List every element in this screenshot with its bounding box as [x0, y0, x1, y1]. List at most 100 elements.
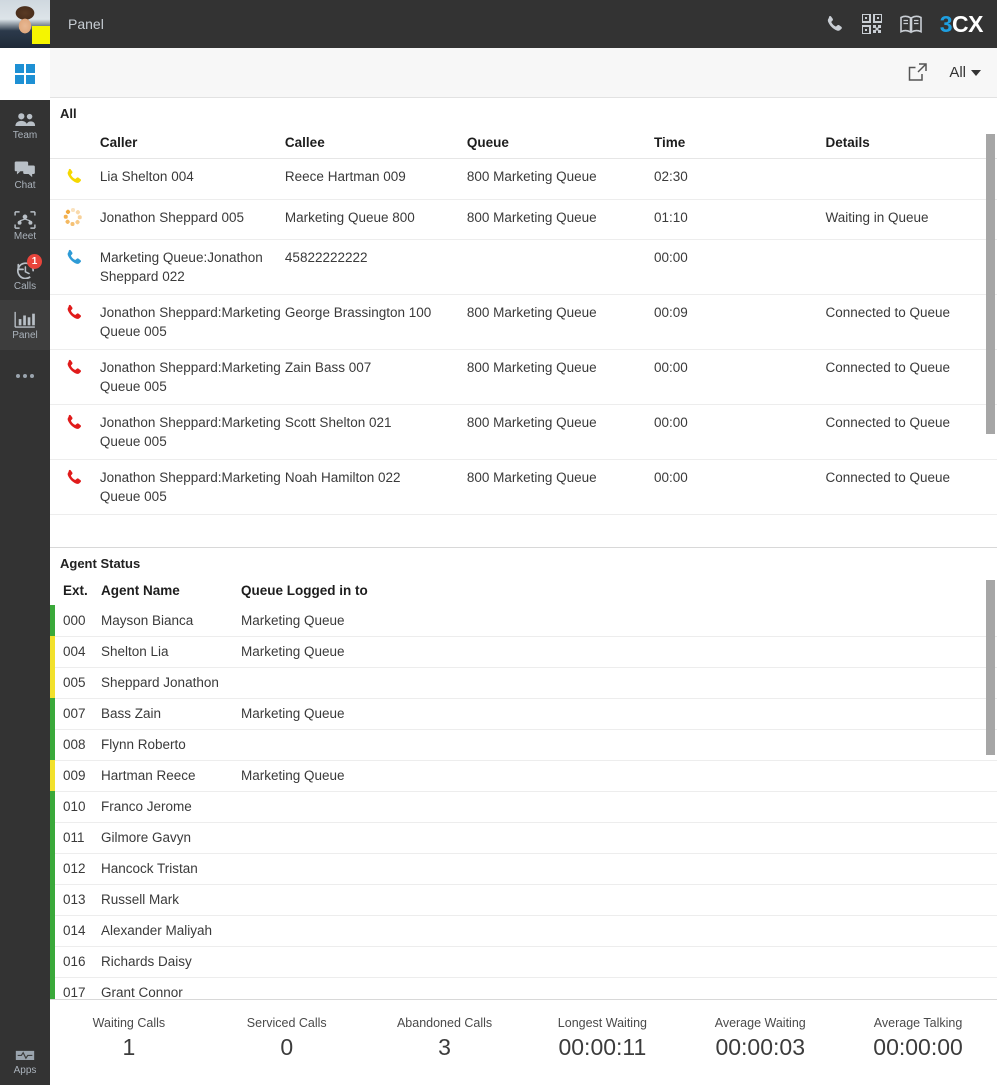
agent-ext: 009 [55, 760, 101, 792]
table-row[interactable]: Jonathon Sheppard:Marketing Queue 005 Noa… [50, 459, 997, 515]
call-queue [466, 239, 654, 295]
list-item[interactable]: 007 Bass Zain Marketing Queue [50, 698, 997, 730]
call-caller: Jonathon Sheppard:Marketing Queue 005 [99, 404, 285, 460]
table-row[interactable]: Jonathon Sheppard:Marketing Queue 005 Sco… [50, 404, 997, 460]
agent-name: Gilmore Gavyn [101, 822, 241, 854]
agents-scrollbar-thumb[interactable] [986, 580, 995, 755]
table-row[interactable]: Lia Shelton 004 Reece Hartman 009 800 Mark… [50, 158, 997, 200]
queue-stats-bar: Waiting Calls 1 Serviced Calls 0 Abandoned C… [50, 1000, 997, 1085]
agent-queue: Marketing Queue [241, 760, 997, 792]
call-details: Connected to Queue [825, 294, 997, 350]
stat-card: Average Waiting 00:00:03 [705, 1016, 815, 1061]
apps-icon [15, 1050, 35, 1060]
list-item[interactable]: 000 Mayson Bianca Marketing Queue [50, 605, 997, 637]
agent-name: Hancock Tristan [101, 853, 241, 885]
agent-ext: 012 [55, 853, 101, 885]
agent-name: Hartman Reece [101, 760, 241, 792]
brand-cx: CX [952, 10, 983, 37]
agent-queue [241, 729, 997, 761]
table-row[interactable]: Jonathon Sheppard:Marketing Queue 005 Zai… [50, 349, 997, 405]
sidebar-item-team[interactable]: Team [0, 100, 50, 150]
sidebar-item-chat[interactable]: Chat [0, 150, 50, 200]
stat-value: 0 [280, 1034, 294, 1060]
stat-value: 00:00:03 [715, 1034, 805, 1060]
call-details: Connected to Queue [825, 404, 997, 460]
list-item[interactable]: 005 Sheppard Jonathon [50, 667, 997, 699]
calls-col-queue: Queue [466, 129, 654, 159]
agents-col-name: Agent Name [101, 583, 180, 598]
avatar-status-badge [32, 26, 50, 44]
call-caller: Lia Shelton 004 [99, 158, 285, 200]
sidebar-item-panel[interactable]: Panel [0, 300, 50, 350]
qrcode-icon[interactable] [861, 14, 882, 34]
list-item[interactable]: 010 Franco Jerome [50, 791, 997, 823]
book-icon[interactable] [899, 15, 922, 34]
panel-icon [14, 311, 35, 328]
agent-name: Mayson Bianca [101, 605, 241, 637]
agents-scroll-area[interactable]: Ext. Agent Name Queue Logged in to 000 Ma… [50, 579, 997, 999]
calls-scroll-area[interactable]: Caller Callee Queue Time Details Lia She… [50, 129, 997, 547]
agents-col-ext: Ext. [63, 583, 88, 598]
calls-col-callee: Callee [284, 129, 467, 159]
sidebar-item-calls[interactable]: 1 Calls [0, 250, 50, 300]
avatar[interactable] [0, 0, 50, 48]
agent-ext: 016 [55, 946, 101, 978]
call-time: 00:00 [653, 459, 826, 515]
filter-dropdown[interactable]: All [949, 64, 981, 81]
call-queue: 800 Marketing Queue [466, 349, 654, 405]
sidebar-item-meet[interactable]: Meet [0, 200, 50, 250]
list-item[interactable]: 014 Alexander Maliyah [50, 915, 997, 947]
agents-scrollbar[interactable] [986, 580, 995, 997]
filter-dropdown-label: All [949, 64, 966, 81]
table-row[interactable]: Jonathon Sheppard:Marketing Queue 005 Geo… [50, 294, 997, 350]
brand-3: 3 [939, 10, 953, 37]
agents-table-body: 000 Mayson Bianca Marketing Queue 004 Shelto… [50, 605, 997, 999]
list-item[interactable]: 016 Richards Daisy [50, 946, 997, 978]
sidebar-item-label: Chat [14, 180, 36, 191]
list-item[interactable]: 013 Russell Mark [50, 884, 997, 916]
call-time: 00:09 [653, 294, 826, 350]
list-item[interactable]: 012 Hancock Tristan [50, 853, 997, 885]
list-item[interactable]: 017 Grant Connor [50, 977, 997, 999]
call-details [825, 158, 997, 200]
calls-col-time: Time [653, 129, 826, 159]
sidebar-more-button[interactable] [0, 350, 50, 400]
agent-name: Alexander Maliyah [101, 915, 241, 947]
agents-header-row: Ext. Agent Name Queue Logged in to [50, 579, 997, 605]
list-item[interactable]: 011 Gilmore Gavyn [50, 822, 997, 854]
popout-icon[interactable] [908, 63, 928, 82]
call-time: 01:10 [653, 199, 826, 240]
list-item[interactable]: 008 Flynn Roberto [50, 729, 997, 761]
table-row[interactable]: Marketing Queue:Jonathon Sheppard 022 458… [50, 239, 997, 295]
calls-scrollbar[interactable] [986, 134, 995, 545]
sidebar-item-apps[interactable]: Apps [0, 1035, 50, 1085]
agent-ext: 008 [55, 729, 101, 761]
agent-queue [241, 667, 997, 699]
agents-table: Ext. Agent Name Queue Logged in to 000 Ma… [50, 579, 997, 999]
main-area: Panel 3 CX All All Caller Callee Queue T… [50, 0, 997, 1085]
agent-ext: 004 [55, 636, 101, 668]
stat-card: Serviced Calls 0 [232, 1016, 342, 1061]
list-item[interactable]: 004 Shelton Lia Marketing Queue [50, 636, 997, 668]
stat-value: 00:00:11 [558, 1034, 647, 1060]
phone-icon[interactable] [824, 14, 844, 34]
brand-logo: 3 CX [939, 10, 984, 38]
top-bar: Panel 3 CX [50, 0, 997, 48]
agent-ext: 007 [55, 698, 101, 730]
stat-value: 1 [122, 1034, 136, 1060]
windows-logo[interactable] [0, 48, 50, 100]
call-time: 02:30 [653, 158, 826, 200]
stat-label: Longest Waiting [557, 1016, 647, 1030]
list-item[interactable]: 009 Hartman Reece Marketing Queue [50, 760, 997, 792]
phone-glyph [67, 414, 81, 429]
agent-name: Sheppard Jonathon [101, 667, 241, 699]
calls-scrollbar-thumb[interactable] [986, 134, 995, 434]
sidebar-item-label: Apps [13, 1064, 37, 1076]
table-row[interactable]: Jonathon Sheppard 005 Marketing Queue 800… [50, 199, 997, 240]
calls-table-head: Caller Callee Queue Time Details [50, 129, 997, 159]
calls-col-caller: Caller [99, 129, 285, 159]
stat-card: Longest Waiting 00:00:11 [547, 1016, 657, 1061]
agent-queue [241, 946, 997, 978]
agent-queue: Marketing Queue [241, 636, 997, 668]
phone-glyph [67, 168, 81, 183]
